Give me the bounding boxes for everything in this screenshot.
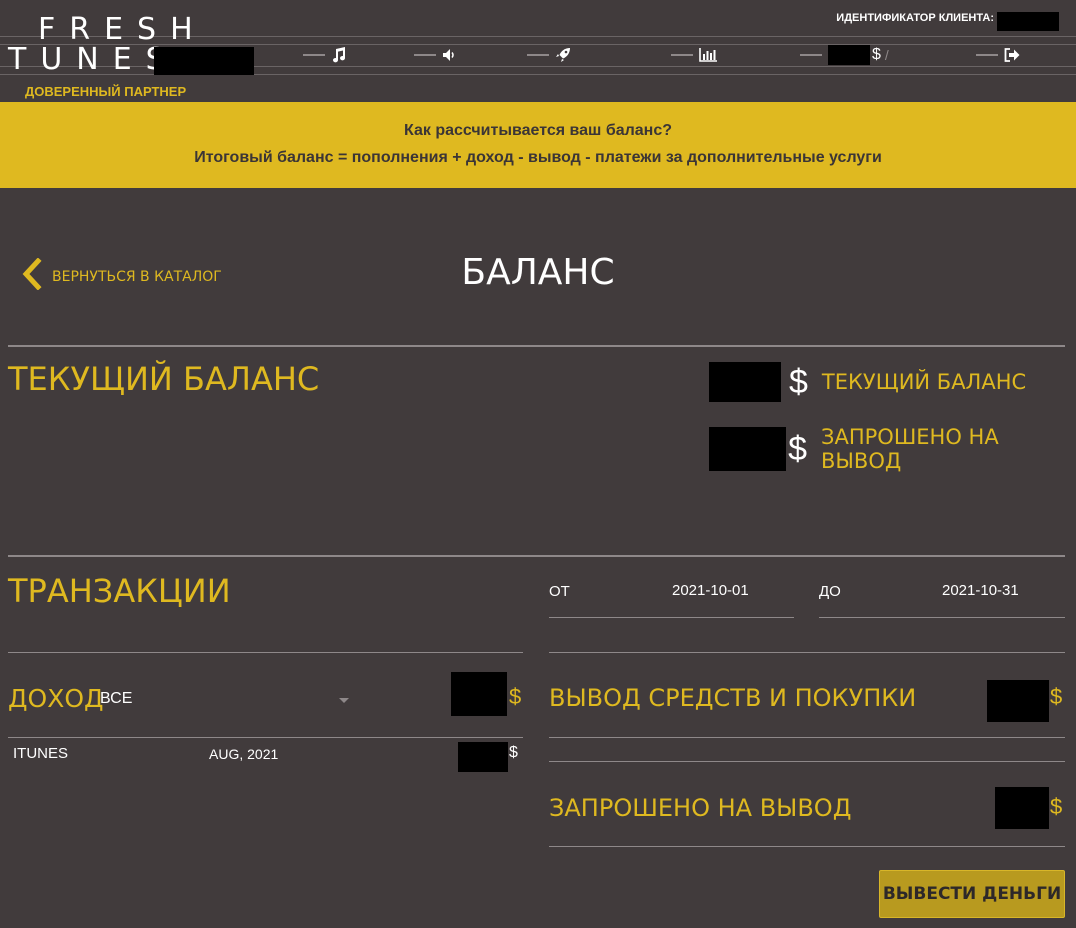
date-to-value[interactable]: 2021-10-31 <box>942 582 1019 599</box>
nav-catalog[interactable] <box>303 44 347 66</box>
balance-info-banner: Как рассчитывается ваш баланс? Итоговый … <box>0 102 1076 188</box>
redacted-client-id <box>997 12 1059 31</box>
nav-dash <box>671 54 693 56</box>
nav-dash <box>527 54 549 56</box>
income-heading: ДОХОД <box>8 684 104 713</box>
current-balance-heading: ТЕКУЩИЙ БАЛАНС <box>8 360 320 398</box>
date-to-underline <box>819 617 1065 618</box>
income-total-currency: $ <box>509 684 522 709</box>
redacted-requested-amount <box>709 427 787 471</box>
income-header-rule <box>8 737 523 738</box>
nav-balance[interactable]: $ / <box>800 44 889 66</box>
client-id-label: ИДЕНТИФИКАТОР КЛИЕНТА: <box>836 12 994 24</box>
page-title: БАЛАНС <box>461 252 615 293</box>
section-divider <box>8 345 1065 347</box>
rocket-icon <box>555 47 571 63</box>
date-from-label: ОТ <box>549 583 570 600</box>
withdraw-money-button[interactable]: ВЫВЕСТИ ДЕНЬГИ <box>879 870 1065 918</box>
date-from-value[interactable]: 2021-10-01 <box>672 582 749 599</box>
income-row-source: ITUNES <box>13 745 69 762</box>
income-row-currency: $ <box>509 744 518 761</box>
requested-withdrawal-row: $ ЗАПРОШЕНО НА ВЫВОД <box>709 425 1076 473</box>
requested-heading: ЗАПРОШЕНО НА ВЫВОД <box>549 794 852 822</box>
nav-balance-slash: / <box>884 47 889 63</box>
redacted-account-name <box>154 47 254 75</box>
logout-icon <box>1004 48 1020 62</box>
volume-icon <box>442 48 456 62</box>
income-row-period: AUG, 2021 <box>209 746 279 762</box>
freshtunes-logo[interactable]: FRESH TUNES <box>8 14 258 84</box>
redacted-requested-total <box>995 787 1049 829</box>
nav-promo[interactable] <box>414 44 456 66</box>
date-to-label: ДО <box>819 583 841 600</box>
music-icon <box>331 47 347 63</box>
current-balance-currency: $ <box>789 362 808 401</box>
requested-top-rule <box>549 761 1065 762</box>
section-divider <box>8 555 1065 557</box>
current-balance-row: $ ТЕКУЩИЙ БАЛАНС <box>709 362 1026 402</box>
income-filter-value: ВСЕ <box>100 690 133 707</box>
top-header: FRESH TUNES ДОВЕРЕННЫЙ ПАРТНЕР ИДЕНТИФИК… <box>0 0 1076 102</box>
requested-bottom-rule <box>549 846 1065 847</box>
nav-balance-currency: $ <box>872 46 881 63</box>
bar-chart-icon <box>699 48 717 62</box>
withdrawals-heading: ВЫВОД СРЕДСТВ И ПОКУПКИ <box>549 684 917 712</box>
caret-down-icon <box>339 698 349 703</box>
redacted-income-row-amount <box>458 742 508 772</box>
redacted-income-total <box>451 672 507 716</box>
nav-dash <box>976 54 998 56</box>
partner-label: ДОВЕРЕННЫЙ ПАРТНЕР <box>25 84 187 99</box>
date-from-underline <box>549 617 794 618</box>
nav-dash <box>414 54 436 56</box>
income-top-rule <box>8 652 523 653</box>
banner-formula: Итоговый баланс = пополнения + доход - в… <box>194 149 882 166</box>
nav-statistics[interactable] <box>671 44 717 66</box>
withdrawals-top-rule <box>549 652 1065 653</box>
withdrawals-currency: $ <box>1050 684 1063 709</box>
withdrawals-header-rule <box>549 737 1065 738</box>
nav-dash <box>303 54 325 56</box>
nav-logout[interactable] <box>976 44 1020 66</box>
redacted-withdrawals-total <box>987 680 1049 722</box>
requested-currency-right: $ <box>1050 794 1063 819</box>
transactions-heading: ТРАНЗАКЦИИ <box>8 572 231 610</box>
requested-currency: $ <box>788 429 807 468</box>
redacted-current-balance <box>709 362 781 402</box>
banner-title: Как рассчитывается ваш баланс? <box>404 122 672 139</box>
redacted-nav-balance <box>828 45 870 65</box>
nav-boost[interactable] <box>527 44 571 66</box>
current-balance-label: ТЕКУЩИЙ БАЛАНС <box>821 370 1027 394</box>
requested-label: ЗАПРОШЕНО НА ВЫВОД <box>821 425 999 473</box>
nav-dash <box>800 54 822 56</box>
